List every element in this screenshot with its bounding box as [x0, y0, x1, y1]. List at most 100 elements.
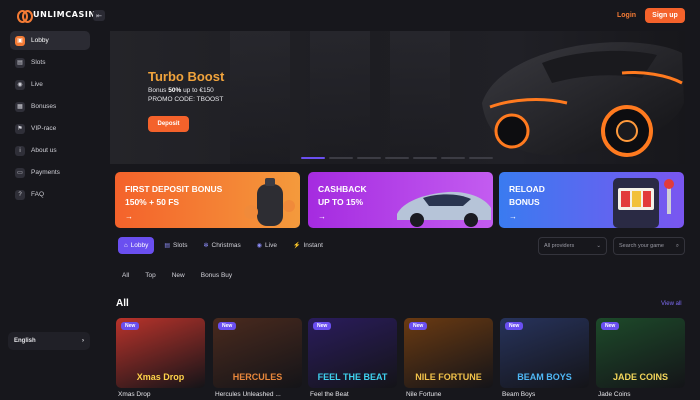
carousel-dot[interactable]: [385, 157, 409, 159]
carousel-dot[interactable]: [469, 157, 493, 159]
tab-slots[interactable]: ▤ Slots: [158, 237, 193, 254]
filter-tab-all[interactable]: All: [122, 272, 129, 279]
live-icon: ◉: [256, 243, 263, 249]
hero-promo-code: PROMO CODE: TBOOST: [148, 96, 224, 103]
game-tile[interactable]: New JADE COINS: [596, 318, 685, 388]
search-input[interactable]: Search your game ⌕: [613, 237, 685, 255]
slot-machine-image: [613, 178, 674, 228]
faq-icon: ?: [15, 189, 25, 200]
game-tile[interactable]: New HERCULES: [213, 318, 302, 388]
signup-button[interactable]: Sign up: [645, 8, 685, 23]
live-icon: ◉: [15, 79, 25, 90]
payments-icon: ▭: [15, 167, 25, 178]
tab-lobby[interactable]: ⌂ Lobby: [118, 237, 155, 254]
carousel-dot[interactable]: [329, 157, 353, 159]
game-name[interactable]: Nile Fortune: [406, 391, 441, 398]
info-icon: i: [15, 145, 25, 156]
new-badge: New: [601, 322, 620, 330]
filter-tab-new[interactable]: New: [172, 272, 185, 279]
sidebar-item-label: Bonuses: [31, 103, 57, 110]
filter-tabs: All Top New Bonus Buy: [122, 272, 232, 279]
game-art-title: BEAM BOYS: [517, 372, 572, 382]
hero-bg-panel: [310, 31, 370, 164]
language-selector[interactable]: English ›: [8, 332, 90, 350]
carousel-dot[interactable]: [441, 157, 465, 159]
sidebar-collapse-icon[interactable]: ⇤: [93, 10, 105, 21]
instant-icon: ⚡: [292, 243, 301, 249]
game-name[interactable]: Feel the Beat: [310, 391, 349, 398]
section-title: All: [116, 298, 129, 309]
sidebar-item-label: FAQ: [31, 191, 45, 198]
hero-bg-panel: [390, 31, 450, 164]
carousel-dot[interactable]: [301, 157, 325, 159]
promo-text: FIRST DEPOSIT BONUS 150% + 50 FS: [125, 184, 223, 207]
filter-tab-top[interactable]: Top: [145, 272, 155, 279]
sidebar-item-bonuses[interactable]: ▦ Bonuses: [10, 97, 90, 116]
new-badge: New: [313, 322, 332, 330]
sidebar-item-faq[interactable]: ? FAQ: [10, 185, 90, 204]
carousel-dot[interactable]: [413, 157, 437, 159]
sports-car-image: [482, 42, 684, 157]
carousel-dots: [301, 157, 493, 159]
promo-card-cashback[interactable]: CASHBACK UP TO 15% →: [308, 172, 493, 228]
lobby-icon: ▣: [15, 35, 25, 46]
game-tile[interactable]: New Xmas Drop: [116, 318, 205, 388]
sidebar-item-label: Lobby: [31, 37, 49, 44]
slots-icon: ▤: [164, 243, 171, 249]
login-link[interactable]: Login: [617, 12, 636, 19]
sidebar-item-payments[interactable]: ▭ Payments: [10, 163, 90, 182]
game-art-title: Xmas Drop: [136, 372, 185, 382]
sidebar-item-live[interactable]: ◉ Live: [10, 75, 90, 94]
brand-logo[interactable]: UNLIMCASINO: [17, 10, 103, 23]
game-name[interactable]: Jade Coins: [598, 391, 631, 398]
snowflake-icon: ✻: [203, 243, 209, 249]
sidebar-item-about-us[interactable]: i About us: [10, 141, 90, 160]
sidebar-item-label: Live: [31, 81, 43, 88]
promo-card-reload[interactable]: RELOAD BONUS →: [499, 172, 684, 228]
carousel-dot[interactable]: [357, 157, 381, 159]
sidebar-item-slots[interactable]: ▤ Slots: [10, 53, 90, 72]
logo-icon: [17, 10, 33, 23]
slots-icon: ▤: [15, 57, 25, 68]
promo-card-first-deposit[interactable]: FIRST DEPOSIT BONUS 150% + 50 FS →: [115, 172, 300, 228]
bonus-icon: ▦: [15, 101, 25, 112]
filter-tab-bonus-buy[interactable]: Bonus Buy: [201, 272, 232, 279]
tab-christmas[interactable]: ✻ Christmas: [197, 237, 246, 254]
new-badge: New: [409, 322, 428, 330]
game-name[interactable]: Beam Boys: [502, 391, 535, 398]
hero-bg-panel: [230, 31, 290, 164]
promo-text: RELOAD BONUS: [509, 184, 545, 207]
game-tile[interactable]: New NILE FORTUNE: [404, 318, 493, 388]
chevron-right-icon: ›: [82, 338, 84, 344]
gas-cylinder-image: [244, 178, 295, 226]
view-all-link[interactable]: View all: [661, 301, 682, 307]
new-badge: New: [505, 322, 524, 330]
game-name[interactable]: Xmas Drop: [118, 391, 151, 398]
arrow-right-icon: →: [509, 212, 517, 221]
sidebar-item-label: Payments: [31, 169, 60, 176]
game-art-title: JADE COINS: [612, 372, 668, 382]
sidebar-item-vip-race[interactable]: ⚑ VIP-race: [10, 119, 90, 138]
hero-bonus-line: Bonus 50% up to €150: [148, 87, 214, 94]
providers-select[interactable]: All providers ⌄: [538, 237, 607, 255]
new-badge: New: [218, 322, 237, 330]
sidebar-item-label: About us: [31, 147, 57, 154]
deposit-button[interactable]: Deposit: [148, 116, 189, 132]
search-icon: ⌕: [675, 242, 679, 249]
language-label: English: [14, 338, 36, 344]
game-tile[interactable]: New FEEL THE BEAT: [308, 318, 397, 388]
lobby-icon: ⌂: [124, 242, 128, 249]
game-art-title: HERCULES: [232, 372, 283, 382]
promo-text: CASHBACK UP TO 15%: [318, 184, 367, 207]
arrow-right-icon: →: [318, 212, 326, 221]
tab-live[interactable]: ◉ Live: [251, 237, 283, 254]
game-art-title: FEEL THE BEAT: [317, 372, 388, 382]
sidebar-item-label: Slots: [31, 59, 46, 66]
sidebar-item-lobby[interactable]: ▣ Lobby: [10, 31, 90, 50]
hero-banner[interactable]: Turbo Boost Bonus 50% up to €150 PROMO C…: [110, 31, 685, 164]
game-tile[interactable]: New BEAM BOYS: [500, 318, 589, 388]
game-name[interactable]: Hercules Unleashed ...: [215, 391, 281, 398]
arrow-right-icon: →: [125, 212, 133, 221]
tab-instant[interactable]: ⚡ Instant: [287, 237, 329, 254]
new-badge: New: [121, 322, 140, 330]
